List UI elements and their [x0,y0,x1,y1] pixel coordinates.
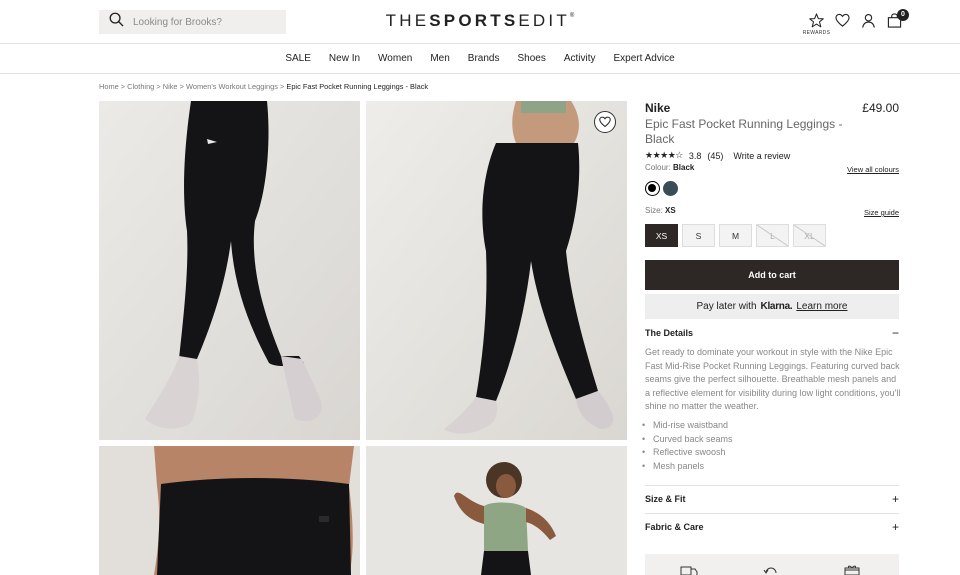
header-icons: REWARDS 0 [803,9,909,36]
fabric-care-title: Fabric & Care [645,522,704,532]
details-accordion-header[interactable]: The Details − [645,326,899,340]
product-image-waist[interactable] [99,446,360,575]
nav-item-sale[interactable]: SALE [283,53,313,64]
nav-item-activity[interactable]: Activity [562,53,598,64]
nav-item-shoes[interactable]: Shoes [515,53,547,64]
rating-stars[interactable]: ★★★★☆ [645,150,683,161]
size-fit-accordion[interactable]: Size & Fit + [645,492,899,506]
divider [645,513,899,514]
details-title: The Details [645,328,694,338]
size-value: XS [665,206,676,215]
view-all-colours-link[interactable]: View all colours [847,165,899,174]
breadcrumb: Home > Clothing > Nike > Women's Workout… [99,82,428,91]
size-option-l[interactable]: L [756,224,789,247]
product-brand[interactable]: Nike [645,101,670,115]
colour-value: Black [673,163,695,172]
breadcrumb-current: Epic Fast Pocket Running Leggings - Blac… [286,82,429,91]
divider [645,485,899,486]
heart-icon [599,116,611,128]
klarna-learn-more-link[interactable]: Learn more [796,301,847,312]
user-icon [862,13,875,28]
add-to-wishlist-button[interactable] [594,111,616,133]
write-review-link[interactable]: Write a review [733,151,790,161]
product-rating: ★★★★☆ 3.8 (45) Write a review [645,150,790,161]
star-icon [809,13,824,28]
add-to-cart-button[interactable]: Add to cart [645,260,899,290]
top-header: THESPORTSEDIT® REWARDS 0 [0,0,960,44]
breadcrumb-separator: > [179,82,184,91]
product-name: Epic Fast Pocket Running Leggings - Blac… [645,117,843,146]
size-guide-link[interactable]: Size guide [864,208,899,217]
breadcrumb-separator: > [120,82,126,91]
product-price: £49.00 [862,101,899,115]
fabric-care-accordion[interactable]: Fabric & Care + [645,520,899,534]
list-item: Reflective swoosh [642,446,733,460]
benefits-strip [645,554,899,575]
size-label: Size: XS [645,206,676,215]
rewards-label: REWARDS [802,30,831,36]
breadcrumb-separator: > [280,82,285,91]
size-fit-title: Size & Fit [645,494,686,504]
details-description: Get ready to dominate your workout in st… [645,347,901,411]
nav-item-brands[interactable]: Brands [466,53,502,64]
nav-item-expert-advice[interactable]: Expert Advice [612,53,677,64]
logo-mark: ® [569,13,575,19]
klarna-banner: Pay later with Klarna. Learn more [645,294,899,319]
breadcrumb-leggings[interactable]: Women's Workout Leggings [186,82,278,91]
colour-label-text: Colour: [645,163,671,172]
wishlist-link[interactable] [835,13,850,29]
cart-link[interactable]: 0 [887,9,909,29]
breadcrumb-clothing[interactable]: Clothing [127,82,154,91]
logo-text: THE [385,11,430,30]
swatch-black-fill [648,184,656,192]
account-link[interactable] [861,13,876,29]
rewards-link[interactable]: REWARDS [803,13,830,36]
nav-item-new-in[interactable]: New In [327,53,362,64]
size-option-s[interactable]: S [682,224,715,247]
logo-text: EDIT [518,11,570,30]
heart-icon [835,13,850,27]
breadcrumb-home[interactable]: Home [99,82,119,91]
klarna-logo: Klarna. [760,301,793,312]
klarna-prefix: Pay later with [696,301,757,312]
details-bullets: Mid-rise waistband Curved back seams Ref… [642,419,733,474]
size-option-xl[interactable]: XL [793,224,826,247]
swatch-black[interactable] [645,181,660,196]
cart-count-badge: 0 [897,9,909,21]
size-selector: XS S M L XL [645,224,826,247]
colour-label: Colour: Black [645,163,694,172]
list-item: Mid-rise waistband [642,419,733,433]
delivery-icon [680,566,698,575]
size-option-xs[interactable]: XS [645,224,678,247]
gift-icon [844,565,860,575]
reviews-count[interactable]: (45) [707,151,723,161]
expand-icon: + [891,492,899,506]
size-label-text: Size: [645,206,663,215]
product-image-running[interactable] [366,446,627,575]
logo-text-bold: SPORTS [429,11,519,30]
size-option-m[interactable]: M [719,224,752,247]
rating-value: 3.8 [688,150,702,161]
collapse-icon: − [891,326,899,340]
breadcrumb-nike[interactable]: Nike [163,82,178,91]
product-image-back[interactable] [99,101,360,440]
nav-item-women[interactable]: Women [376,53,414,64]
product-image-side[interactable] [366,101,627,440]
returns-icon [763,567,777,574]
expand-icon: + [891,520,899,534]
swatch-slate[interactable] [663,181,678,196]
list-item: Mesh panels [642,460,733,474]
main-nav: SALE New In Women Men Brands Shoes Activ… [0,44,960,74]
nav-item-men[interactable]: Men [428,53,451,64]
breadcrumb-separator: > [156,82,161,91]
list-item: Curved back seams [642,433,732,447]
